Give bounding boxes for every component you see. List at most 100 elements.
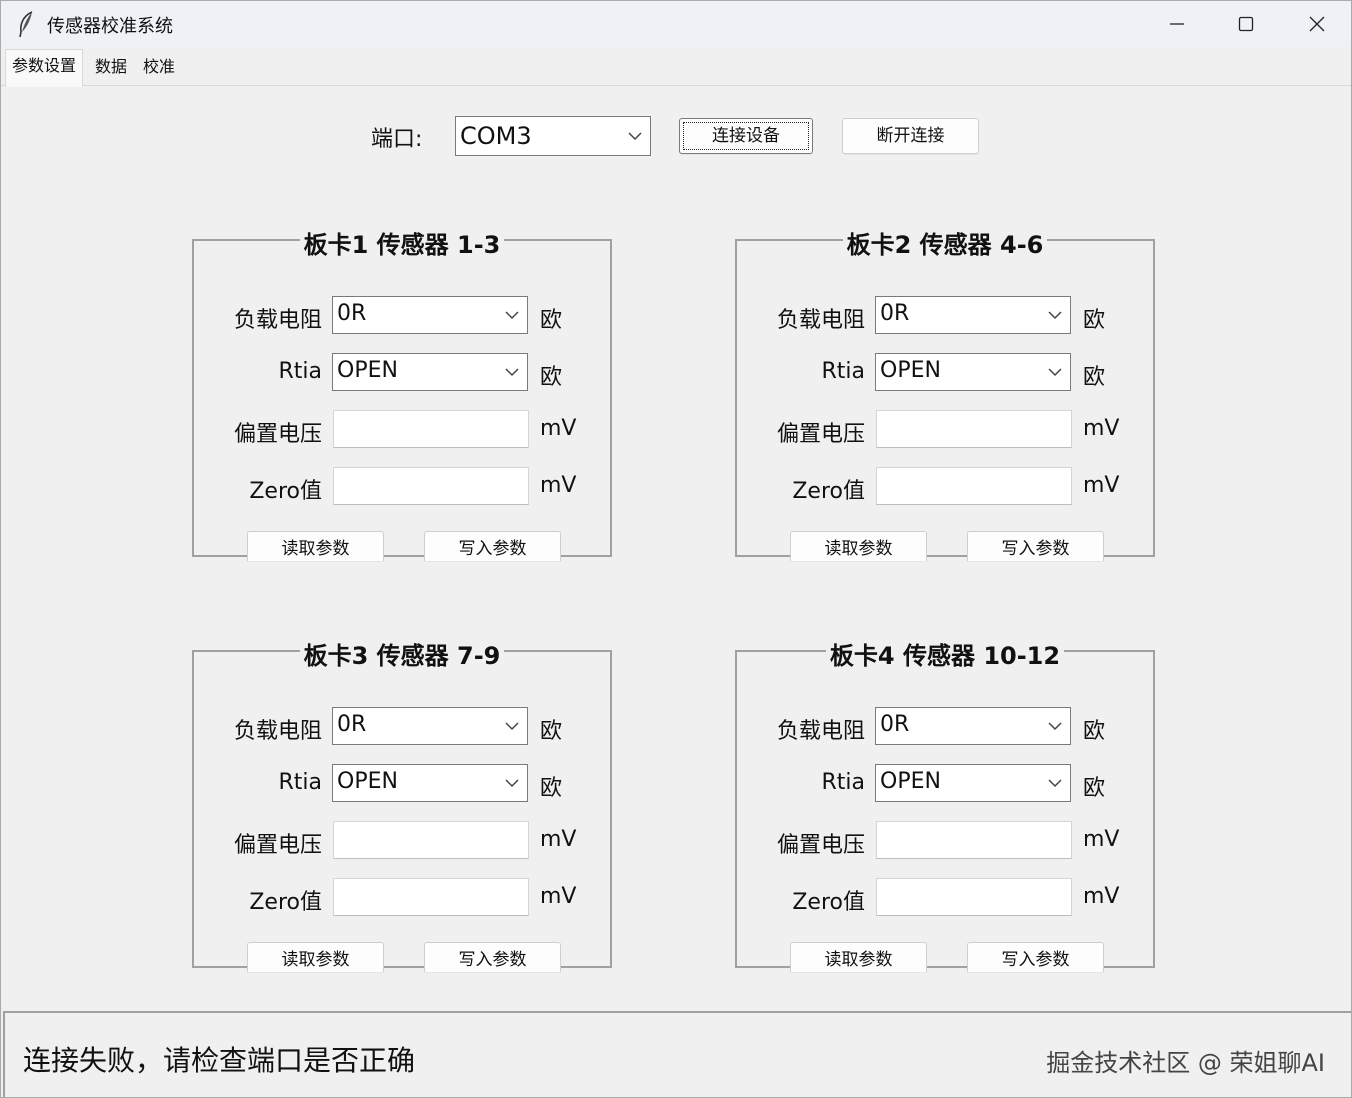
bias-voltage-input[interactable]: [333, 410, 529, 448]
load-resistor-label: 负载电阻: [233, 719, 322, 744]
load-resistor-select[interactable]: 0R: [875, 296, 1071, 334]
load-resistor-value: 0R: [337, 712, 367, 737]
bias-voltage-input[interactable]: [333, 821, 529, 859]
load-resistor-value: 0R: [880, 301, 910, 326]
minimize-button[interactable]: [1143, 1, 1211, 47]
load-resistor-label: 负载电阻: [776, 308, 865, 333]
bias-voltage-input[interactable]: [876, 821, 1072, 859]
write-params-label: 写入参数: [1001, 539, 1070, 559]
chevron-down-icon: [505, 354, 519, 401]
minimize-icon: [1169, 16, 1185, 32]
status-message: 连接失败，请检查端口是否正确: [23, 1044, 416, 1077]
write-params-button[interactable]: 写入参数: [967, 531, 1104, 561]
port-value: COM3: [460, 122, 532, 150]
bias-voltage-unit: mV: [1083, 416, 1120, 441]
read-params-label: 读取参数: [281, 950, 350, 970]
load-resistor-select[interactable]: 0R: [875, 707, 1071, 745]
bias-voltage-label: 偏置电压: [233, 422, 322, 447]
maximize-button[interactable]: [1212, 1, 1280, 47]
connect-button-label: 连接设备: [712, 126, 780, 146]
read-params-label: 读取参数: [824, 539, 893, 559]
load-resistor-select[interactable]: 0R: [332, 707, 528, 745]
read-params-label: 读取参数: [281, 539, 350, 559]
rtia-label: Rtia: [821, 359, 865, 384]
tab-calibration[interactable]: 校准: [137, 51, 181, 85]
zero-value-label: Zero值: [249, 890, 322, 915]
zero-value-input[interactable]: [876, 878, 1072, 916]
connect-button[interactable]: 连接设备: [679, 118, 813, 154]
board-group-4: 板卡4 传感器 10-12 负载电阻 0R 欧 Rtia OPEN 欧 偏置电压…: [735, 642, 1155, 972]
rtia-value: OPEN: [337, 358, 398, 383]
zero-value-input[interactable]: [333, 467, 529, 505]
chevron-down-icon: [1048, 354, 1062, 401]
chevron-down-icon: [1048, 765, 1062, 812]
disconnect-button-label: 断开连接: [876, 126, 945, 146]
read-params-label: 读取参数: [824, 950, 893, 970]
feather-icon: [15, 10, 37, 38]
tab-data[interactable]: 数据: [89, 51, 133, 85]
write-params-button[interactable]: 写入参数: [967, 942, 1104, 972]
write-params-label: 写入参数: [458, 950, 527, 970]
rtia-value: OPEN: [880, 358, 941, 383]
tab-strip: [1, 47, 1351, 85]
group-frame: [192, 239, 612, 557]
rtia-label: Rtia: [278, 770, 322, 795]
zero-value-unit: mV: [540, 473, 577, 498]
rtia-select[interactable]: OPEN: [332, 764, 528, 802]
rtia-select[interactable]: OPEN: [875, 353, 1071, 391]
disconnect-button[interactable]: 断开连接: [842, 118, 979, 154]
rtia-select[interactable]: OPEN: [875, 764, 1071, 802]
group-frame: [735, 650, 1155, 968]
zero-value-label: Zero值: [792, 479, 865, 504]
app-window: 传感器校准系统 参数设置 数据 校准 端口: COM3 连接设备 断开连接 板卡…: [0, 0, 1352, 1098]
bias-voltage-input[interactable]: [876, 410, 1072, 448]
rtia-unit: 欧: [540, 365, 563, 390]
watermark: 掘金技术社区 @ 荣姐聊AI: [1046, 1049, 1325, 1077]
load-resistor-unit: 欧: [540, 308, 563, 333]
bias-voltage-label: 偏置电压: [776, 833, 865, 858]
write-params-label: 写入参数: [458, 539, 527, 559]
rtia-select[interactable]: OPEN: [332, 353, 528, 391]
tab-label: 数据: [95, 57, 128, 76]
bias-voltage-unit: mV: [1083, 827, 1120, 852]
rtia-label: Rtia: [821, 770, 865, 795]
port-select[interactable]: COM3: [455, 116, 651, 156]
tab-label: 校准: [143, 57, 176, 76]
bias-voltage-label: 偏置电压: [776, 422, 865, 447]
chevron-down-icon: [505, 708, 519, 755]
chevron-down-icon: [628, 117, 642, 166]
group-title: 板卡1 传感器 1-3: [192, 225, 612, 260]
load-resistor-select[interactable]: 0R: [332, 296, 528, 334]
zero-value-input[interactable]: [333, 878, 529, 916]
zero-value-label: Zero值: [792, 890, 865, 915]
board-group-1: 板卡1 传感器 1-3 负载电阻 0R 欧 Rtia OPEN 欧 偏置电压 m…: [192, 231, 612, 561]
board-group-3: 板卡3 传感器 7-9 负载电阻 0R 欧 Rtia OPEN 欧 偏置电压 m…: [192, 642, 612, 972]
read-params-button[interactable]: 读取参数: [790, 531, 927, 561]
read-params-button[interactable]: 读取参数: [790, 942, 927, 972]
write-params-button[interactable]: 写入参数: [424, 531, 561, 561]
bias-voltage-label: 偏置电压: [233, 833, 322, 858]
close-button[interactable]: [1283, 1, 1351, 47]
read-params-button[interactable]: 读取参数: [247, 942, 384, 972]
load-resistor-unit: 欧: [540, 719, 563, 744]
load-resistor-value: 0R: [337, 301, 367, 326]
load-resistor-unit: 欧: [1083, 308, 1106, 333]
write-params-button[interactable]: 写入参数: [424, 942, 561, 972]
group-frame: [192, 650, 612, 968]
chevron-down-icon: [505, 765, 519, 812]
window-title: 传感器校准系统: [47, 16, 173, 37]
port-label: 端口:: [371, 127, 423, 152]
write-params-label: 写入参数: [1001, 950, 1070, 970]
zero-value-input[interactable]: [876, 467, 1072, 505]
read-params-button[interactable]: 读取参数: [247, 531, 384, 561]
zero-value-label: Zero值: [249, 479, 322, 504]
status-bar: 连接失败，请检查端口是否正确 掘金技术社区 @ 荣姐聊AI: [3, 1011, 1351, 1097]
zero-value-unit: mV: [1083, 884, 1120, 909]
tab-divider: [1, 85, 1351, 86]
tab-label: 参数设置: [12, 56, 77, 75]
bias-voltage-unit: mV: [540, 416, 577, 441]
group-title: 板卡3 传感器 7-9: [192, 636, 612, 671]
load-resistor-unit: 欧: [1083, 719, 1106, 744]
load-resistor-label: 负载电阻: [776, 719, 865, 744]
tab-params[interactable]: 参数设置: [5, 49, 84, 87]
